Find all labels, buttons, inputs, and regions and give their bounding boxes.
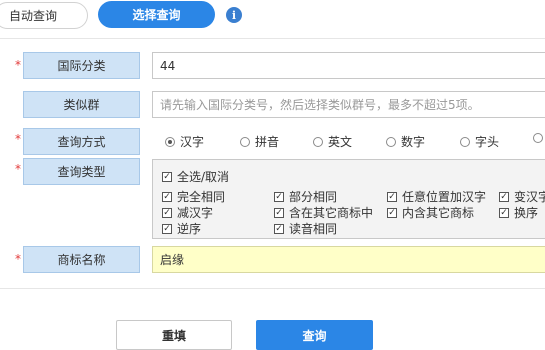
checkbox-checked-icon[interactable]: ✓ bbox=[274, 207, 284, 218]
checkbox-label: 完全相同 bbox=[177, 190, 226, 204]
query-method-radios: 汉字 拼音 英文 数字 字头 bbox=[165, 133, 545, 149]
radio-label: 英文 bbox=[328, 135, 353, 149]
radio-number[interactable]: 数字 bbox=[386, 133, 425, 150]
trademark-name-label: 商标名称 bbox=[23, 246, 140, 273]
checkbox-checked-icon[interactable]: ✓ bbox=[274, 191, 284, 202]
checkbox-reverse[interactable]: ✓ 逆序 bbox=[162, 220, 201, 237]
select-all-checkbox[interactable]: ✓ 全选/取消 bbox=[162, 168, 229, 185]
tab-auto-query-label: 自动查询 bbox=[9, 9, 58, 23]
intl-class-input[interactable]: 44 bbox=[152, 52, 545, 79]
required-mark: * bbox=[15, 58, 21, 72]
radio-button[interactable] bbox=[240, 136, 250, 147]
checkbox-exact[interactable]: ✓ 完全相同 bbox=[162, 188, 225, 205]
checkbox-label: 内含其它商标 bbox=[402, 206, 475, 220]
checkbox-checked-icon[interactable]: ✓ bbox=[274, 223, 284, 234]
checkbox-label: 读音相同 bbox=[289, 222, 338, 236]
required-mark: * bbox=[15, 252, 21, 266]
intl-class-label: 国际分类 bbox=[23, 52, 140, 79]
checkbox-checked-icon[interactable]: ✓ bbox=[387, 207, 397, 218]
radio-button[interactable] bbox=[313, 136, 323, 147]
checkbox-checked-icon[interactable]: ✓ bbox=[162, 223, 172, 234]
checkbox-label: 换序 bbox=[514, 206, 539, 220]
checkbox-checked-icon[interactable]: ✓ bbox=[162, 171, 172, 182]
checkbox-reorder[interactable]: ✓ 换序 bbox=[499, 204, 538, 221]
required-mark: * bbox=[15, 132, 21, 146]
checkbox-same-sound[interactable]: ✓ 读音相同 bbox=[274, 220, 337, 237]
checkbox-contained-in[interactable]: ✓ 含在其它商标中 bbox=[274, 204, 373, 221]
radio-pinyin[interactable]: 拼音 bbox=[240, 133, 279, 150]
tab-choose-query[interactable]: 选择查询 bbox=[98, 1, 215, 28]
query-button[interactable]: 查询 bbox=[256, 320, 373, 350]
radio-label: 字头 bbox=[475, 135, 500, 149]
checkbox-checked-icon[interactable]: ✓ bbox=[162, 191, 172, 202]
radio-label: 拼音 bbox=[255, 135, 280, 149]
radio-button[interactable] bbox=[386, 136, 396, 147]
query-type-checkbox-group: ✓ 全选/取消 ✓ 完全相同 ✓ 部分相同 ✓ 任意位置加汉字 ✓ 变汉字 ✓ … bbox=[152, 159, 545, 239]
radio-label: 汉字 bbox=[180, 135, 205, 149]
similar-group-label: 类似群 bbox=[23, 91, 140, 118]
checkbox-checked-icon[interactable]: ✓ bbox=[387, 191, 397, 202]
query-method-label: 查询方式 bbox=[23, 128, 140, 155]
radio-hanzi[interactable]: 汉字 bbox=[165, 133, 204, 150]
checkbox-label: 全选/取消 bbox=[177, 170, 230, 184]
checkbox-change-hanzi[interactable]: ✓ 变汉字 bbox=[499, 188, 545, 205]
info-icon[interactable]: i bbox=[226, 7, 242, 23]
radio-prefix[interactable]: 字头 bbox=[460, 133, 499, 150]
checkbox-label: 逆序 bbox=[177, 222, 202, 236]
required-mark: * bbox=[15, 162, 21, 176]
radio-button-checked[interactable] bbox=[165, 136, 175, 147]
radio-button[interactable] bbox=[460, 136, 470, 147]
checkbox-checked-icon[interactable]: ✓ bbox=[162, 207, 172, 218]
checkbox-label: 任意位置加汉字 bbox=[402, 190, 487, 204]
similar-group-input[interactable]: 请先输入国际分类号，然后选择类似群号，最多不超过5项。 bbox=[152, 91, 545, 118]
radio-english[interactable]: 英文 bbox=[313, 133, 352, 150]
radio-label: 数字 bbox=[401, 135, 426, 149]
tab-choose-query-label: 选择查询 bbox=[132, 8, 181, 22]
radio-extra[interactable] bbox=[533, 133, 543, 143]
checkbox-checked-icon[interactable]: ✓ bbox=[499, 191, 509, 202]
checkbox-add-hanzi[interactable]: ✓ 任意位置加汉字 bbox=[387, 188, 486, 205]
radio-button[interactable] bbox=[533, 133, 543, 143]
trademark-name-input[interactable]: 启缘 bbox=[152, 246, 545, 273]
checkbox-label: 部分相同 bbox=[289, 190, 338, 204]
divider bbox=[0, 288, 545, 289]
checkbox-label: 含在其它商标中 bbox=[289, 206, 374, 220]
checkbox-remove-hanzi[interactable]: ✓ 减汉字 bbox=[162, 204, 213, 221]
reset-button[interactable]: 重填 bbox=[116, 320, 232, 350]
checkbox-label: 变汉字 bbox=[514, 190, 545, 204]
checkbox-checked-icon[interactable]: ✓ bbox=[499, 207, 509, 218]
checkbox-contains[interactable]: ✓ 内含其它商标 bbox=[387, 204, 474, 221]
tab-auto-query[interactable]: 自动查询 bbox=[0, 2, 88, 29]
checkbox-partial[interactable]: ✓ 部分相同 bbox=[274, 188, 337, 205]
query-type-label: 查询类型 bbox=[23, 158, 140, 185]
checkbox-label: 减汉字 bbox=[177, 206, 214, 220]
divider bbox=[0, 38, 545, 39]
